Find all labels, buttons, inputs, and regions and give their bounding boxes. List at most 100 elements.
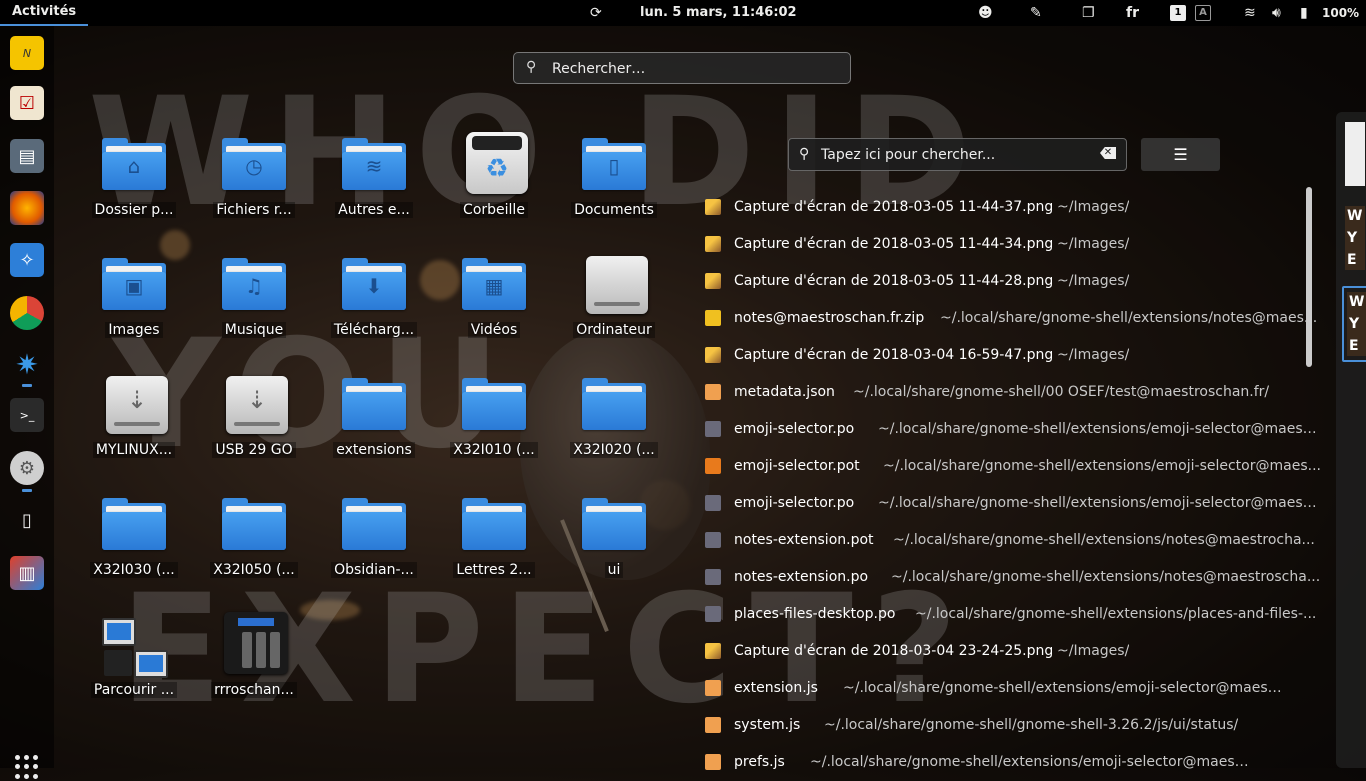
activities-button[interactable]: Activités [0,0,89,26]
desktop-icon[interactable]: ▯ Documents [554,128,674,228]
file-row[interactable]: system.js ~/.local/share/gnome-shell/gnom… [697,707,1297,744]
volume-icon[interactable]: 🔊︎ [1272,0,1281,26]
desktop-icon-label: Télécharg... [330,322,418,338]
file-path: ~/Images/ [1057,643,1130,659]
todo-app-icon[interactable]: ☑ [10,86,44,120]
file-name: emoji-selector.po [734,421,855,437]
file-name: Capture d'écran de 2018-03-05 11-44-28.p… [734,273,1054,289]
desktop-icon-label: X32I020 (... [570,442,658,458]
workspace-indicator[interactable]: 1 [1170,0,1186,26]
file-row[interactable]: Capture d'écran de 2018-03-04 16-59-47.p… [697,337,1297,374]
folder-icon [582,498,646,550]
desktop-icon[interactable]: ⌂ Dossier p... [74,128,194,228]
file-name: Capture d'écran de 2018-03-04 23-24-25.p… [734,643,1054,659]
clear-search-icon[interactable]: ✕ [1100,147,1116,159]
file-type-icon [705,569,721,585]
file-row[interactable]: Capture d'écran de 2018-03-05 11-44-28.p… [697,263,1297,300]
file-name: Capture d'écran de 2018-03-04 16-59-47.p… [734,347,1054,363]
desktop-icon-label: Images [105,322,163,338]
desktop-icon-label: Autres e... [335,202,413,218]
desktop-icon[interactable]: ui [554,488,674,588]
desktop-icon[interactable]: X32I010 (... [434,368,554,468]
compass-icon[interactable]: ✧ [10,243,44,277]
files-scrollbar[interactable] [1306,187,1312,367]
desktop-icon[interactable]: X32I050 (... [194,488,314,588]
battery-icon[interactable]: ▮ [1300,0,1308,26]
pencil-icon[interactable]: ✎ [1030,0,1042,26]
files-search-input[interactable]: ⚲ Tapez ici pour chercher... ✕ [788,138,1127,171]
file-path: ~/.local/share/gnome-shell/extensions/em… [843,680,1283,696]
file-row[interactable]: extension.js ~/.local/share/gnome-shell/e… [697,670,1297,707]
tweaks-icon[interactable]: ⚙ [10,451,44,485]
file-path: ~/.local/share/gnome-shell/extensions/em… [878,421,1318,437]
usb-stick-icon[interactable]: ▯ [10,503,44,537]
desktop-icon[interactable]: extensions [314,368,434,468]
shell-search-input[interactable]: ⚲ Rechercher… [513,52,851,84]
files-app-icon[interactable]: ▤ [10,139,44,173]
desktop-icon[interactable]: ◷ Fichiers r... [194,128,314,228]
file-path: ~/Images/ [1057,347,1130,363]
file-row[interactable]: emoji-selector.po ~/.local/share/gnome-sh… [697,485,1318,522]
files-search-placeholder: Tapez ici pour chercher... [821,147,996,163]
firefox-icon[interactable] [10,191,44,225]
desktop-icon[interactable]: ≋ Autres e... [314,128,434,228]
file-type-icon [705,680,721,696]
desktop-icon[interactable]: ⇣ MYLINUX... [74,368,194,468]
file-row[interactable]: notes-extension.pot ~/.local/share/gnome-… [697,522,1315,559]
desktop-icon[interactable]: ⇣ USB 29 GO [194,368,314,468]
emoji-icon[interactable]: ☻ [978,0,993,26]
accessibility-indicator[interactable]: A [1195,0,1211,26]
desktop-icon[interactable]: rrroschan... [194,608,314,708]
settings-gear-icon[interactable]: ✷ [10,347,44,381]
desktop-icon-label: rrroschan... [211,682,297,698]
desktop-icon-label: X32I050 (... [210,562,298,578]
clipboard-icon[interactable]: ❐ [1082,0,1095,26]
file-row[interactable]: emoji-selector.pot ~/.local/share/gnome-s… [697,448,1321,485]
search-icon: ⚲ [526,59,537,75]
desktop-icon[interactable]: X32I020 (... [554,368,674,468]
file-path: ~/.local/share/gnome-shell/00 OSEF/test@… [853,384,1270,400]
folder-icon [222,498,286,550]
file-row[interactable]: metadata.json ~/.local/share/gnome-shell/… [697,374,1297,411]
recent-files-list: Capture d'écran de 2018-03-05 11-44-37.p… [697,189,1321,781]
search-icon: ⚲ [799,146,810,162]
desktop-icon[interactable]: ♫ Musique [194,248,314,348]
workspace-thumb-2[interactable]: WYE [1342,202,1366,274]
desktop-icon-label: extensions [333,442,415,458]
monitor-app-icon[interactable]: ▥ [10,556,44,590]
show-applications-icon[interactable] [15,755,39,779]
workspace-thumb-3[interactable]: WYE [1342,286,1366,362]
nas-server-icon [224,612,288,674]
desktop-icon[interactable]: ▦ Vidéos [434,248,554,348]
desktop-icon[interactable]: ▣ Images [74,248,194,348]
desktop-icon[interactable]: Lettres 2... [434,488,554,588]
workspace-thumb-1[interactable] [1342,118,1366,190]
file-row[interactable]: notes@maestroschan.fr.zip ~/.local/share/… [697,300,1317,337]
file-row[interactable]: Capture d'écran de 2018-03-04 23-24-25.p… [697,633,1297,670]
clock[interactable]: lun. 5 mars, 11:46:02 [640,0,797,26]
file-name: emoji-selector.pot [734,458,860,474]
file-path: ~/Images/ [1057,273,1130,289]
language-indicator[interactable]: fr [1126,0,1139,26]
file-row[interactable]: places-files-desktop.po ~/.local/share/gn… [697,596,1316,633]
desktop-icon[interactable]: ⬇ Télécharg... [314,248,434,348]
refresh-icon[interactable]: ⟳ [590,0,602,26]
desktop-icon[interactable]: Ordinateur [554,248,674,348]
shell-search-placeholder: Rechercher… [552,61,646,77]
desktop-icon[interactable]: Parcourir ... [74,608,194,708]
desktop-icon[interactable]: Obsidian-... [314,488,434,588]
file-row[interactable]: emoji-selector.po ~/.local/share/gnome-sh… [697,411,1318,448]
desktop-icon-label: Vidéos [467,322,521,338]
file-type-icon [705,310,721,326]
files-menu-button[interactable]: ☰ [1141,138,1220,171]
wifi-icon[interactable]: ≋ [1244,0,1256,26]
desktop-icon[interactable]: X32I030 (... [74,488,194,588]
desktop-icon[interactable]: ♻ Corbeille [434,128,554,228]
notes-app-icon[interactable]: N [10,36,44,70]
file-row[interactable]: Capture d'écran de 2018-03-05 11-44-34.p… [697,226,1297,263]
file-row[interactable]: prefs.js ~/.local/share/gnome-shell/exten… [697,744,1297,781]
chrome-icon[interactable] [10,296,44,330]
file-row[interactable]: Capture d'écran de 2018-03-05 11-44-37.p… [697,189,1297,226]
terminal-icon[interactable]: >_ [10,398,44,432]
file-row[interactable]: notes-extension.po ~/.local/share/gnome-s… [697,559,1320,596]
